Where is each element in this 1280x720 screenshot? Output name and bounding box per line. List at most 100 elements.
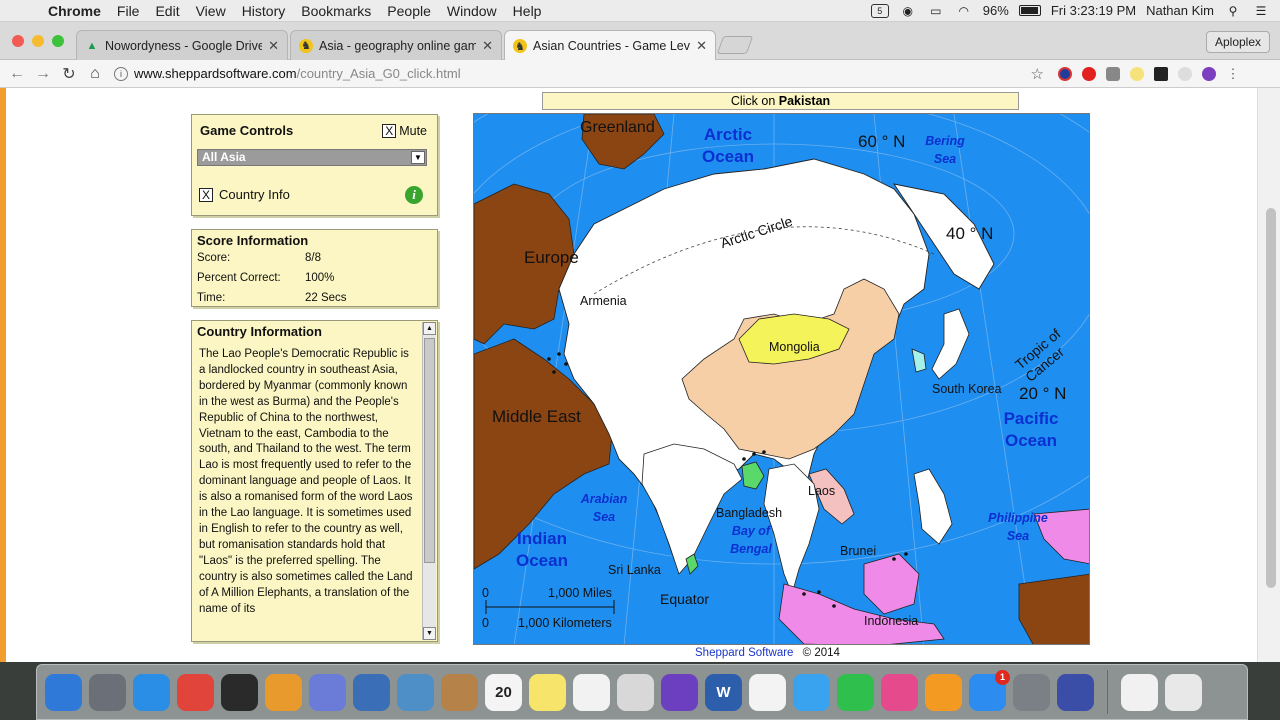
- menu-people[interactable]: People: [379, 3, 439, 19]
- facetime-icon[interactable]: [837, 673, 874, 711]
- profile-button[interactable]: Aploplex: [1205, 31, 1270, 53]
- menu-window[interactable]: Window: [439, 3, 505, 19]
- mute-checkbox[interactable]: X: [382, 124, 397, 138]
- url-path: /country_Asia_G0_click.html: [296, 66, 461, 81]
- word-icon[interactable]: W: [705, 673, 742, 711]
- notification-center-icon[interactable]: ☰: [1252, 4, 1270, 18]
- menu-help[interactable]: Help: [505, 3, 550, 19]
- web-page: Click on Pakistan Game Controls X Mute A…: [0, 88, 1280, 662]
- scroll-thumb[interactable]: [424, 338, 435, 563]
- user-name[interactable]: Nathan Kim: [1146, 3, 1214, 18]
- contacts-icon[interactable]: [441, 673, 478, 711]
- back-arrow-icon[interactable]: ←: [4, 65, 30, 83]
- record-icon[interactable]: ◉: [899, 4, 917, 18]
- system-preferences-icon[interactable]: [1013, 673, 1050, 711]
- ibooks-icon[interactable]: [925, 673, 962, 711]
- music-file-icon[interactable]: [1121, 673, 1158, 711]
- country-info-scrollbar[interactable]: ▲ ▼: [422, 322, 436, 640]
- minimize-window-button[interactable]: [32, 35, 44, 47]
- chevron-down-icon[interactable]: ▼: [411, 151, 425, 164]
- menu-edit[interactable]: Edit: [147, 3, 187, 19]
- url-host: www.sheppardsoftware.com: [134, 66, 297, 81]
- label-brunei: Brunei: [840, 544, 877, 558]
- label-mongolia: Mongolia: [769, 340, 820, 354]
- virtualbox-icon[interactable]: [353, 673, 390, 711]
- airplay-icon[interactable]: ▭: [927, 4, 945, 18]
- battery-percent[interactable]: 96%: [983, 3, 1009, 18]
- imovie-icon[interactable]: [661, 673, 698, 711]
- obs-icon[interactable]: [221, 673, 258, 711]
- close-tab-icon[interactable]: ✕: [696, 38, 707, 54]
- finder-icon[interactable]: [45, 673, 82, 711]
- page-scrollbar[interactable]: [1266, 208, 1276, 588]
- close-window-button[interactable]: [12, 35, 24, 47]
- dock-icon-text: W: [716, 683, 731, 701]
- menu-file[interactable]: File: [109, 3, 148, 19]
- calendar-icon[interactable]: 20: [485, 673, 522, 711]
- mute-toggle[interactable]: X Mute: [382, 124, 427, 138]
- chrome-icon[interactable]: [177, 673, 214, 711]
- video-extension-icon[interactable]: [1106, 66, 1120, 81]
- purple-extension-icon[interactable]: [1202, 66, 1216, 81]
- country-info-checkbox[interactable]: X: [199, 187, 213, 202]
- sheppard-icon: ♞: [299, 38, 313, 53]
- messages-icon[interactable]: [793, 673, 830, 711]
- bangladesh-shape[interactable]: [741, 461, 765, 490]
- itunes-icon[interactable]: [881, 673, 918, 711]
- asia-map[interactable]: Greenland Arctic Ocean Bering Sea 60 ° N…: [473, 113, 1090, 645]
- tab-google-drive[interactable]: ▲ Nowordyness - Google Drive ✕: [76, 30, 288, 60]
- home-icon[interactable]: ⌂: [82, 65, 108, 83]
- reminders-icon[interactable]: [573, 673, 610, 711]
- copyright: © 2014: [802, 647, 840, 659]
- sheppard-software-link[interactable]: Sheppard Software: [695, 647, 793, 659]
- dollar-extension-icon[interactable]: [1130, 66, 1144, 81]
- tab-asian-countries[interactable]: ♞ Asian Countries - Game Level ✕: [504, 30, 716, 61]
- flag-extension-icon[interactable]: [1058, 66, 1072, 81]
- score-value: 8/8: [305, 252, 321, 264]
- zoom-window-button[interactable]: [52, 35, 64, 47]
- site-info-icon[interactable]: i: [114, 66, 128, 81]
- south-korea-shape[interactable]: [911, 348, 927, 373]
- spotlight-search-icon[interactable]: ⚲: [1224, 4, 1242, 18]
- scale-km: 1,000 Kilometers: [518, 616, 612, 630]
- new-tab-button[interactable]: [716, 36, 754, 54]
- tab-asia-geography[interactable]: ♞ Asia - geography online games ✕: [290, 30, 502, 60]
- photo-booth-icon[interactable]: [617, 673, 654, 711]
- menu-history[interactable]: History: [234, 3, 294, 19]
- trash-icon[interactable]: [1165, 673, 1202, 711]
- app-store-icon[interactable]: 1: [969, 669, 1010, 711]
- bookmark-star-icon[interactable]: ☆: [1031, 65, 1044, 83]
- country-info-toggle[interactable]: X Country Info: [199, 187, 290, 202]
- preview-icon[interactable]: [397, 673, 434, 711]
- time-value: 22 Secs: [305, 292, 347, 304]
- chrome-menu-icon[interactable]: ⋮: [1226, 66, 1240, 81]
- address-bar[interactable]: i www.sheppardsoftware.com/country_Asia_…: [114, 63, 1044, 85]
- menu-view[interactable]: View: [188, 3, 234, 19]
- notes-icon[interactable]: [529, 673, 566, 711]
- status-5-icon[interactable]: 5: [870, 3, 889, 18]
- menu-bookmarks[interactable]: Bookmarks: [293, 3, 379, 19]
- battery-icon[interactable]: [1018, 5, 1041, 16]
- photos-icon[interactable]: [749, 673, 786, 711]
- moon-extension-icon[interactable]: [1178, 66, 1192, 81]
- discord-icon[interactable]: [309, 673, 346, 711]
- scroll-up-icon[interactable]: ▲: [423, 322, 436, 335]
- forward-arrow-icon[interactable]: →: [30, 65, 56, 83]
- google-drive-icon: ▲: [86, 39, 98, 52]
- red-extension-icon[interactable]: [1082, 66, 1096, 81]
- quicktime-icon[interactable]: [1057, 673, 1094, 711]
- menu-app-name[interactable]: Chrome: [40, 3, 109, 19]
- scroll-down-icon[interactable]: ▼: [423, 627, 436, 640]
- pages-icon[interactable]: [265, 673, 302, 711]
- region-select[interactable]: All Asia ▼: [197, 149, 427, 166]
- clock[interactable]: Fri 3:23:19 PM: [1051, 3, 1136, 18]
- wifi-icon[interactable]: ◠: [955, 4, 973, 18]
- close-tab-icon[interactable]: ✕: [482, 38, 493, 54]
- safari-icon[interactable]: [133, 673, 170, 711]
- close-tab-icon[interactable]: ✕: [268, 38, 279, 54]
- launchpad-icon[interactable]: [89, 673, 126, 711]
- grid-extension-icon[interactable]: [1154, 66, 1168, 81]
- info-icon[interactable]: i: [405, 186, 423, 204]
- reload-icon[interactable]: ↻: [56, 64, 82, 84]
- region-select-value: All Asia: [202, 150, 246, 164]
